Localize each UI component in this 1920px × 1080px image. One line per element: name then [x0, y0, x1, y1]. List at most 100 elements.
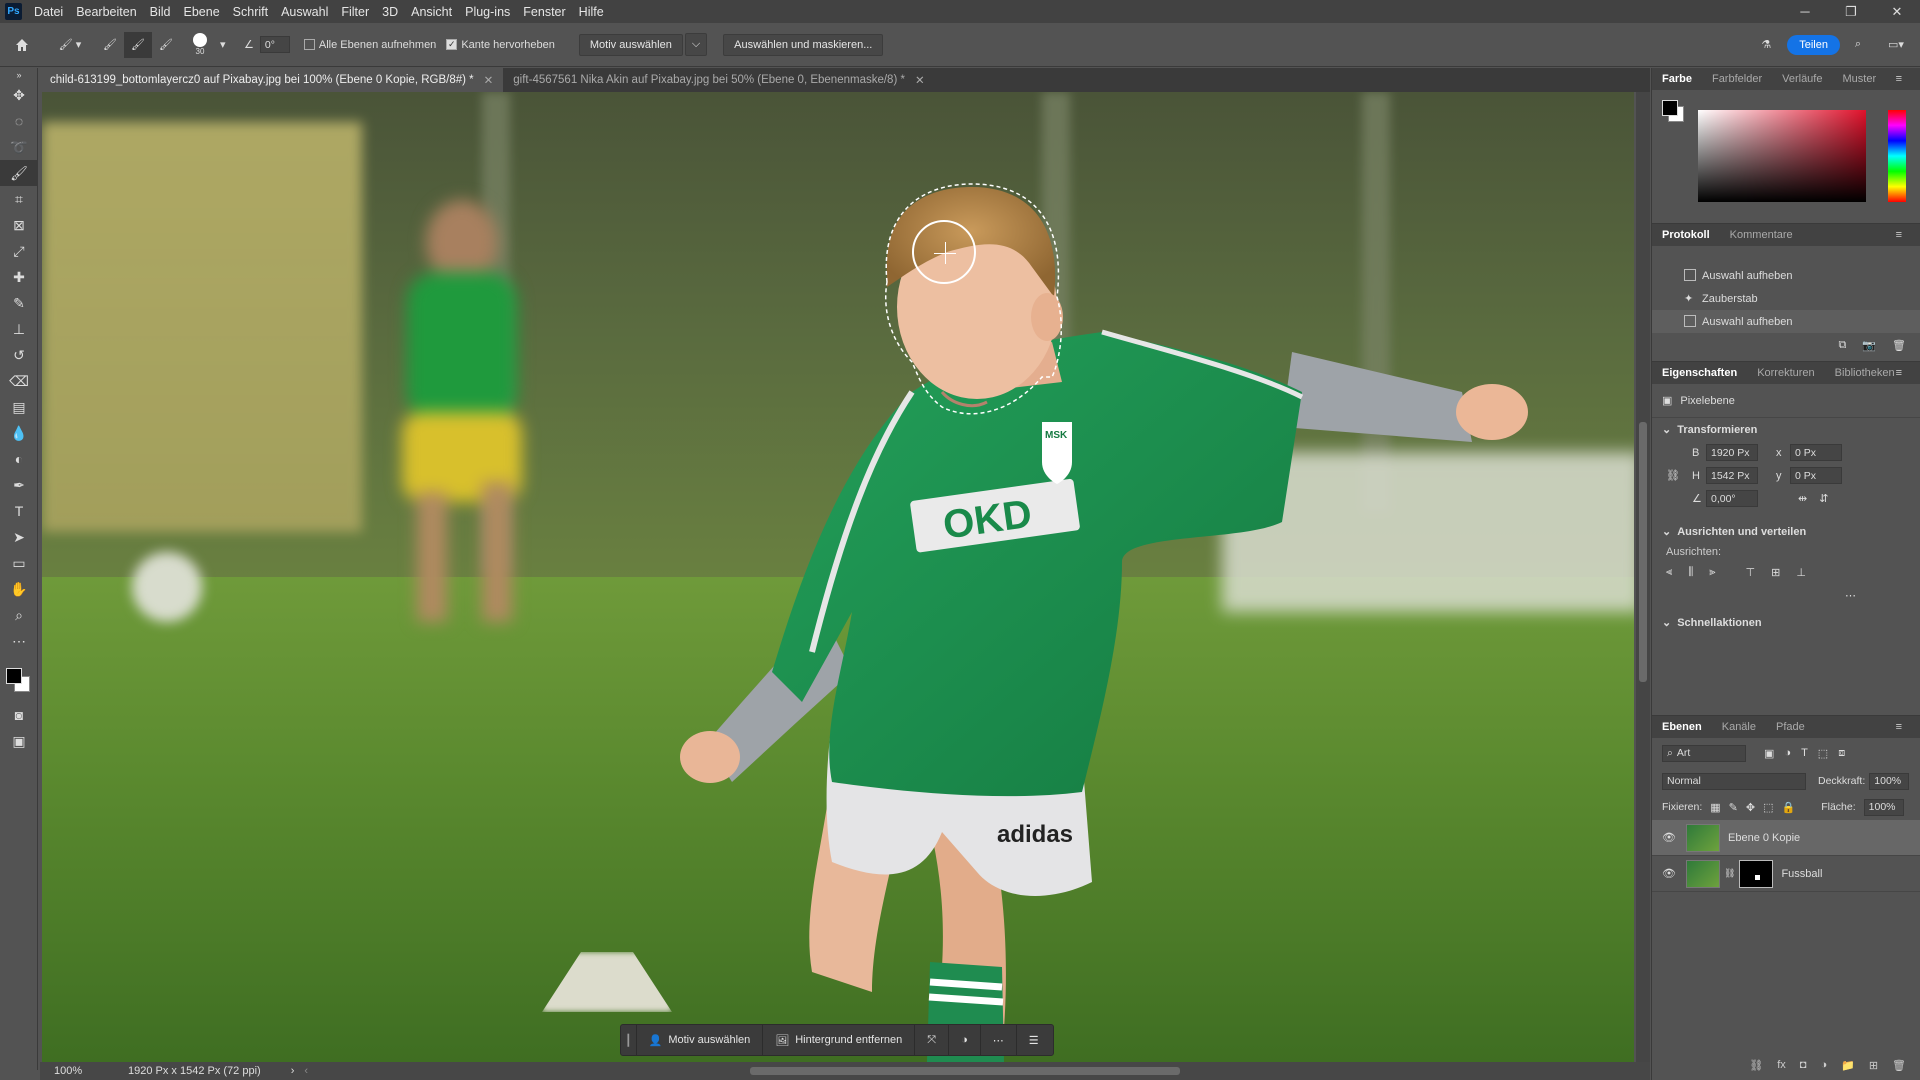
close-icon[interactable]: ✕	[1874, 0, 1920, 23]
eyedropper-tool-icon[interactable]: ⤢	[0, 238, 38, 264]
menu-ebene[interactable]: Ebene	[184, 5, 220, 19]
menu-fenster[interactable]: Fenster	[523, 5, 565, 19]
align-top-icon[interactable]: ⊤	[1746, 566, 1756, 579]
expand-icon[interactable]: »	[0, 68, 38, 82]
panel-menu-icon[interactable]: ≡	[1886, 229, 1912, 241]
healing-brush-icon[interactable]: ✚	[0, 264, 38, 290]
chevron-down-icon[interactable]: ⌄	[1662, 525, 1671, 538]
hue-slider[interactable]	[1888, 110, 1906, 202]
layer-style-fx-icon[interactable]: fx	[1777, 1059, 1786, 1071]
x-input[interactable]: 0 Px	[1790, 444, 1842, 461]
group-folder-icon[interactable]: 📁	[1841, 1059, 1855, 1072]
tab-eigenschaften[interactable]: Eigenschaften	[1652, 367, 1747, 379]
layer-row[interactable]: 👁 Ebene 0 Kopie	[1652, 820, 1920, 856]
align-bottom-icon[interactable]: ⊥	[1796, 566, 1806, 579]
filter-smart-object-icon[interactable]: ⧈	[1838, 747, 1845, 760]
close-tab-icon[interactable]: ✕	[484, 73, 494, 87]
move-tool-icon[interactable]: ✥	[0, 82, 38, 108]
tab-kanaele[interactable]: Kanäle	[1712, 721, 1766, 733]
close-tab-icon[interactable]: ✕	[915, 73, 925, 87]
hand-tool-icon[interactable]: ✋	[0, 576, 38, 602]
tab-ebenen[interactable]: Ebenen	[1652, 721, 1712, 733]
share-button[interactable]: Teilen	[1787, 34, 1840, 55]
menu-plugins[interactable]: Plug-ins	[465, 5, 510, 19]
link-layers-icon[interactable]: ⛓	[1749, 1059, 1763, 1072]
menu-ansicht[interactable]: Ansicht	[411, 5, 452, 19]
blur-tool-icon[interactable]: 💧	[0, 420, 38, 446]
visibility-eye-icon[interactable]: 👁	[1658, 831, 1680, 844]
chevron-down-icon[interactable]: ▾	[220, 23, 240, 66]
filter-type-icon[interactable]: T	[1801, 747, 1808, 759]
path-selection-icon[interactable]: ➤	[0, 524, 38, 550]
chevron-down-icon[interactable]: ⌄	[1662, 423, 1671, 436]
tab-document-2[interactable]: gift-4567561 Nika Akin auf Pixabay.jpg b…	[503, 68, 934, 92]
marquee-tool-icon[interactable]: ◌	[0, 108, 38, 134]
flask-icon[interactable]: ⚗	[1751, 23, 1781, 66]
trash-icon[interactable]: 🗑	[1892, 339, 1906, 352]
more-options-icon[interactable]: ⋯	[1845, 589, 1856, 602]
fill-input[interactable]: 100%	[1863, 798, 1904, 816]
adjust-icon[interactable]: ◑	[949, 1025, 981, 1055]
chevron-left-icon[interactable]: ‹	[304, 1065, 308, 1077]
add-mask-icon[interactable]: ◘	[1800, 1059, 1807, 1071]
align-right-icon[interactable]: ⫸	[1709, 566, 1715, 579]
lock-all-icon[interactable]: 🔒	[1782, 801, 1796, 814]
chevron-down-icon[interactable]: ⌄	[1662, 616, 1671, 629]
crop-tool-icon[interactable]: ⌗	[0, 186, 38, 212]
adjustment-layer-icon[interactable]: ◑	[1820, 1059, 1827, 1071]
more-options-icon[interactable]: ⋯	[981, 1025, 1017, 1055]
flip-vertical-icon[interactable]: ⇵	[1819, 492, 1828, 505]
tab-protokoll[interactable]: Protokoll	[1652, 229, 1720, 241]
settings-sliders-icon[interactable]: ☰	[1017, 1025, 1051, 1055]
subtract-selection-icon[interactable]: 🖌	[152, 23, 180, 66]
filter-adjustment-icon[interactable]: ◑	[1784, 747, 1791, 759]
menu-filter[interactable]: Filter	[341, 5, 369, 19]
tab-farbe[interactable]: Farbe	[1652, 73, 1702, 85]
search-icon[interactable]: ⌕	[1840, 23, 1876, 66]
select-subject-button[interactable]: Motiv auswählen	[578, 33, 683, 56]
panel-menu-icon[interactable]: ≡	[1886, 721, 1912, 733]
select-subject-dropdown[interactable]: ⌵	[684, 33, 708, 56]
filter-shape-icon[interactable]: ⬚	[1818, 747, 1828, 760]
gradient-tool-icon[interactable]: ▤	[0, 394, 38, 420]
color-swatches[interactable]	[0, 654, 37, 702]
menu-bearbeiten[interactable]: Bearbeiten	[76, 5, 136, 19]
menu-datei[interactable]: Datei	[34, 5, 63, 19]
pen-tool-icon[interactable]: ✒	[0, 472, 38, 498]
add-to-selection-icon[interactable]: 🖌	[124, 31, 152, 58]
tab-korrekturen[interactable]: Korrekturen	[1747, 367, 1824, 379]
zoom-level[interactable]: 100%	[54, 1065, 114, 1077]
enhance-edge-checkbox[interactable]: ✓ Kante hervorheben	[446, 23, 555, 66]
menu-3d[interactable]: 3D	[382, 5, 398, 19]
type-tool-icon[interactable]: T	[0, 498, 38, 524]
tab-kommentare[interactable]: Kommentare	[1720, 229, 1803, 241]
align-left-icon[interactable]: ⫷	[1666, 566, 1672, 579]
all-layers-checkbox[interactable]: Alle Ebenen aufnehmen	[303, 23, 436, 66]
chain-link-icon[interactable]: ⛓	[1724, 868, 1735, 879]
tab-muster[interactable]: Muster	[1832, 73, 1886, 85]
vertical-scroll-thumb[interactable]	[1639, 422, 1647, 682]
panel-menu-icon[interactable]: ≡	[1886, 73, 1912, 85]
drag-handle-icon[interactable]: ┃	[621, 1025, 637, 1055]
transform-icon[interactable]: ⤧	[915, 1025, 950, 1055]
y-input[interactable]: 0 Px	[1790, 467, 1842, 484]
snapshot-icon[interactable]: 📷	[1862, 339, 1876, 352]
restore-icon[interactable]: ❐	[1828, 0, 1874, 23]
lock-transparency-icon[interactable]: ▦	[1710, 801, 1720, 814]
history-brush-icon[interactable]: ↺	[0, 342, 38, 368]
quick-selection-preset-icon[interactable]: 🖌 ▾	[44, 23, 96, 66]
select-subject-context-button[interactable]: 👤 Motiv auswählen	[637, 1025, 764, 1055]
foreground-color[interactable]	[6, 668, 22, 684]
home-icon[interactable]	[0, 23, 44, 66]
menu-auswahl[interactable]: Auswahl	[281, 5, 328, 19]
more-tools-icon[interactable]: ⋯	[0, 628, 38, 654]
history-item[interactable]: Auswahl aufheben	[1652, 264, 1920, 287]
quick-mask-icon[interactable]: ◙	[0, 702, 38, 728]
menu-schrift[interactable]: Schrift	[233, 5, 268, 19]
height-input[interactable]: 1542 Px	[1706, 467, 1758, 484]
foreground-color-swatch[interactable]	[1662, 100, 1678, 116]
tab-document-1[interactable]: child-613199_bottomlayercz0 auf Pixabay.…	[40, 68, 504, 92]
menu-hilfe[interactable]: Hilfe	[579, 5, 604, 19]
layer-row[interactable]: 👁 ⛓ Fussball	[1652, 856, 1920, 892]
dodge-tool-icon[interactable]: ◐	[0, 446, 38, 472]
